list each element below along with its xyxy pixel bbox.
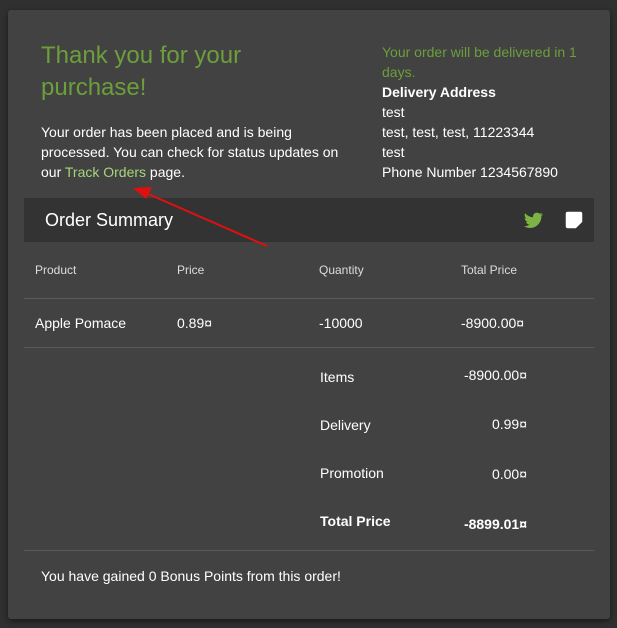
total-price-cell: -8900.00¤ — [461, 315, 525, 331]
column-header-product: Product — [35, 263, 77, 277]
delivery-phone: Phone Number 1234567890 — [382, 164, 558, 180]
delivery-value: 0.99¤ — [491, 416, 527, 432]
twitter-icon[interactable] — [522, 209, 544, 231]
quantity-cell: -10000 — [319, 315, 363, 331]
column-header-price: Price — [177, 263, 205, 277]
items-label: Items — [320, 369, 355, 385]
total-price-label: Total Price — [320, 513, 391, 529]
share-icon[interactable] — [563, 209, 585, 231]
price-cell: 0.89¤ — [177, 315, 213, 331]
delivery-address: test, test, test, 11223344 — [382, 124, 535, 140]
message-suffix: page. — [146, 164, 185, 180]
thank-you-heading: Thank you for your purchase! — [41, 42, 242, 101]
order-placed-message: Your order has been placed and is being … — [41, 122, 346, 182]
row-divider — [24, 347, 594, 348]
items-value: -8900.00¤ — [463, 367, 527, 383]
order-confirmation-card: Thank you for your purchase! Your order … — [8, 10, 610, 619]
delivery-label: Delivery — [320, 417, 371, 433]
order-summary-title: Order Summary — [45, 210, 174, 230]
header-divider — [24, 298, 594, 299]
column-header-total-price: Total Price — [461, 263, 518, 277]
bonus-points-message: You have gained 0 Bonus Points from this… — [41, 568, 341, 584]
order-summary-bar: Order Summary — [24, 198, 594, 242]
delivery-address-heading: Delivery Address — [382, 84, 496, 100]
promotion-label: Promotion — [320, 465, 384, 481]
delivery-eta: Your order will be delivered in 1 days. — [382, 44, 577, 80]
column-header-quantity: Quantity — [319, 263, 364, 277]
delivery-country: test — [382, 144, 405, 160]
product-cell: Apple Pomace — [35, 315, 127, 331]
delivery-info: Your order will be delivered in 1 days. … — [382, 42, 602, 182]
totals-divider — [24, 550, 594, 551]
promotion-value: 0.00¤ — [491, 466, 527, 482]
delivery-name: test — [382, 104, 405, 120]
track-orders-link[interactable]: Track Orders — [65, 164, 146, 180]
total-price-value: -8899.01¤ — [463, 516, 527, 532]
